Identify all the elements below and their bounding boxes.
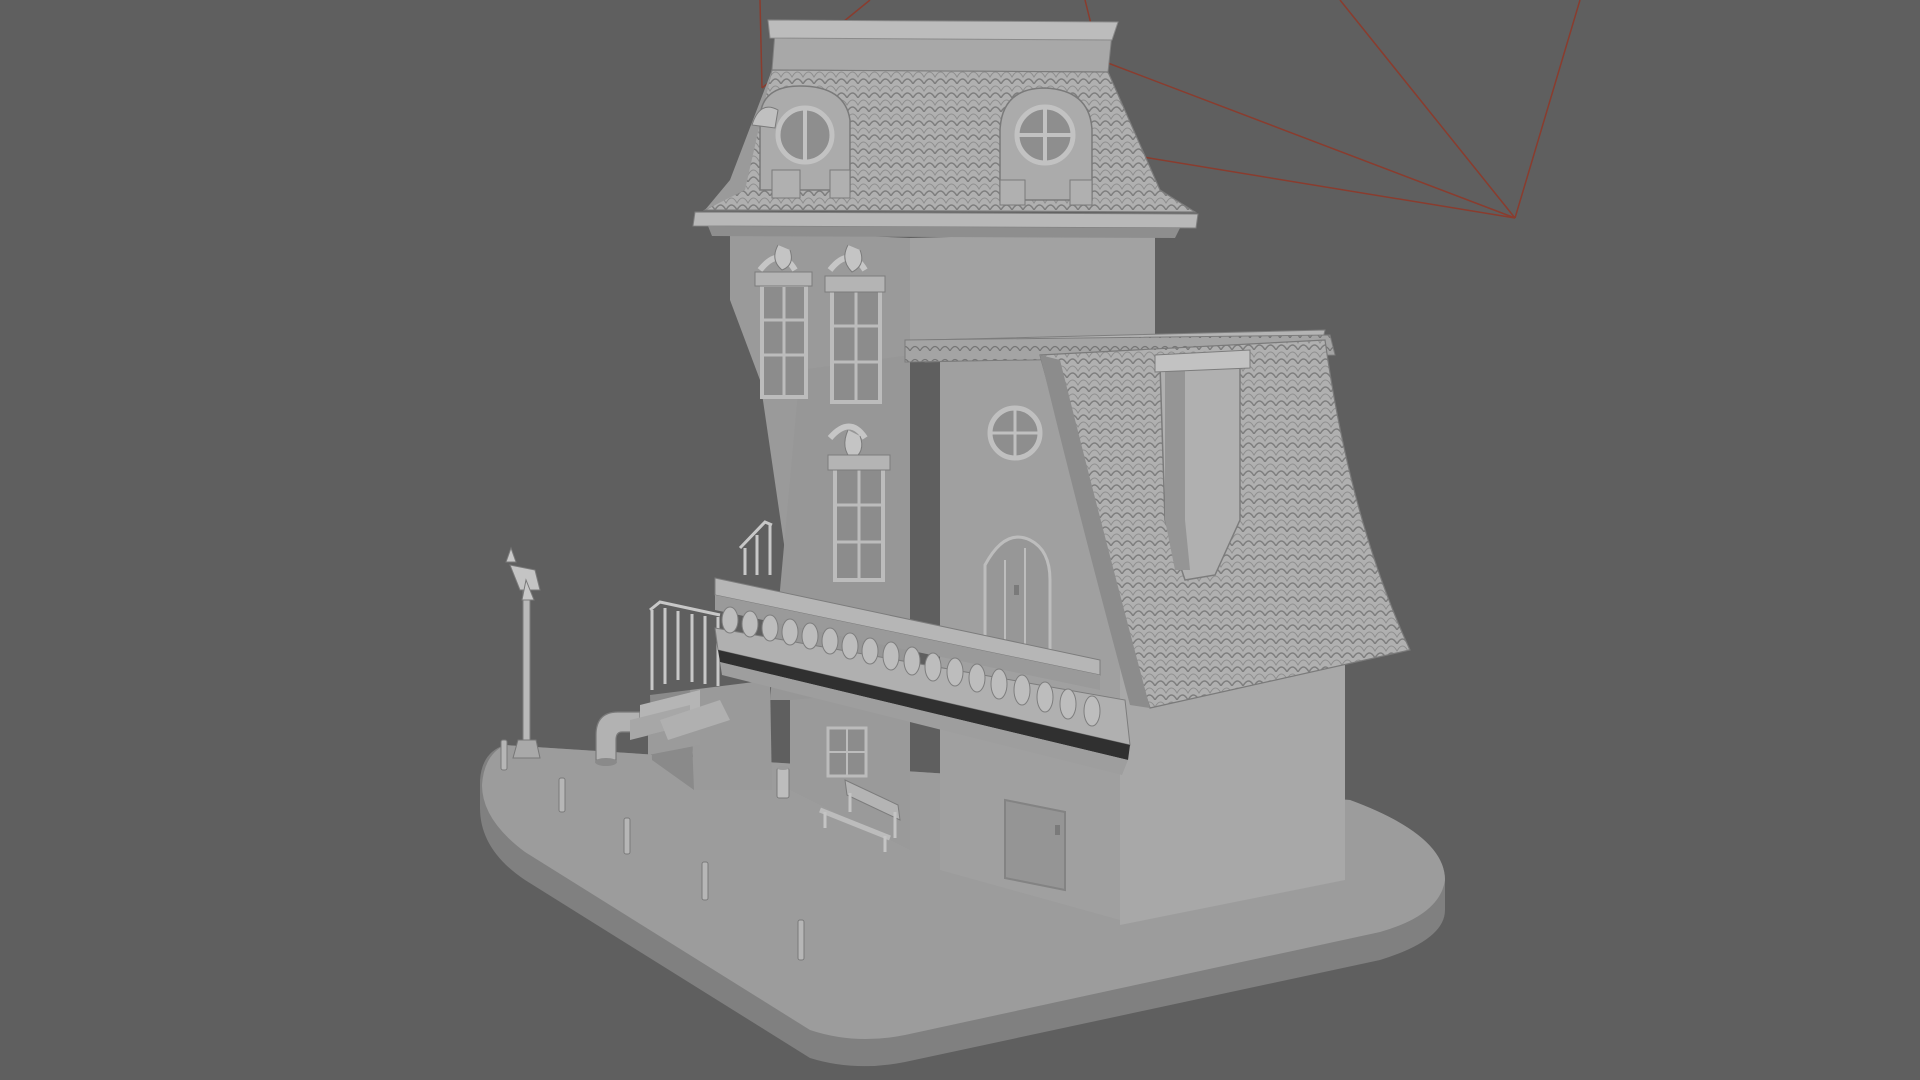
trash-can[interactable] (776, 766, 790, 799)
ground-window[interactable] (826, 726, 868, 778)
dormer-left[interactable] (751, 85, 851, 199)
street-lamp[interactable] (505, 546, 541, 759)
scene-render (480, 0, 1581, 1067)
3d-viewport[interactable] (0, 0, 1920, 1080)
dormer-right[interactable] (999, 87, 1093, 206)
